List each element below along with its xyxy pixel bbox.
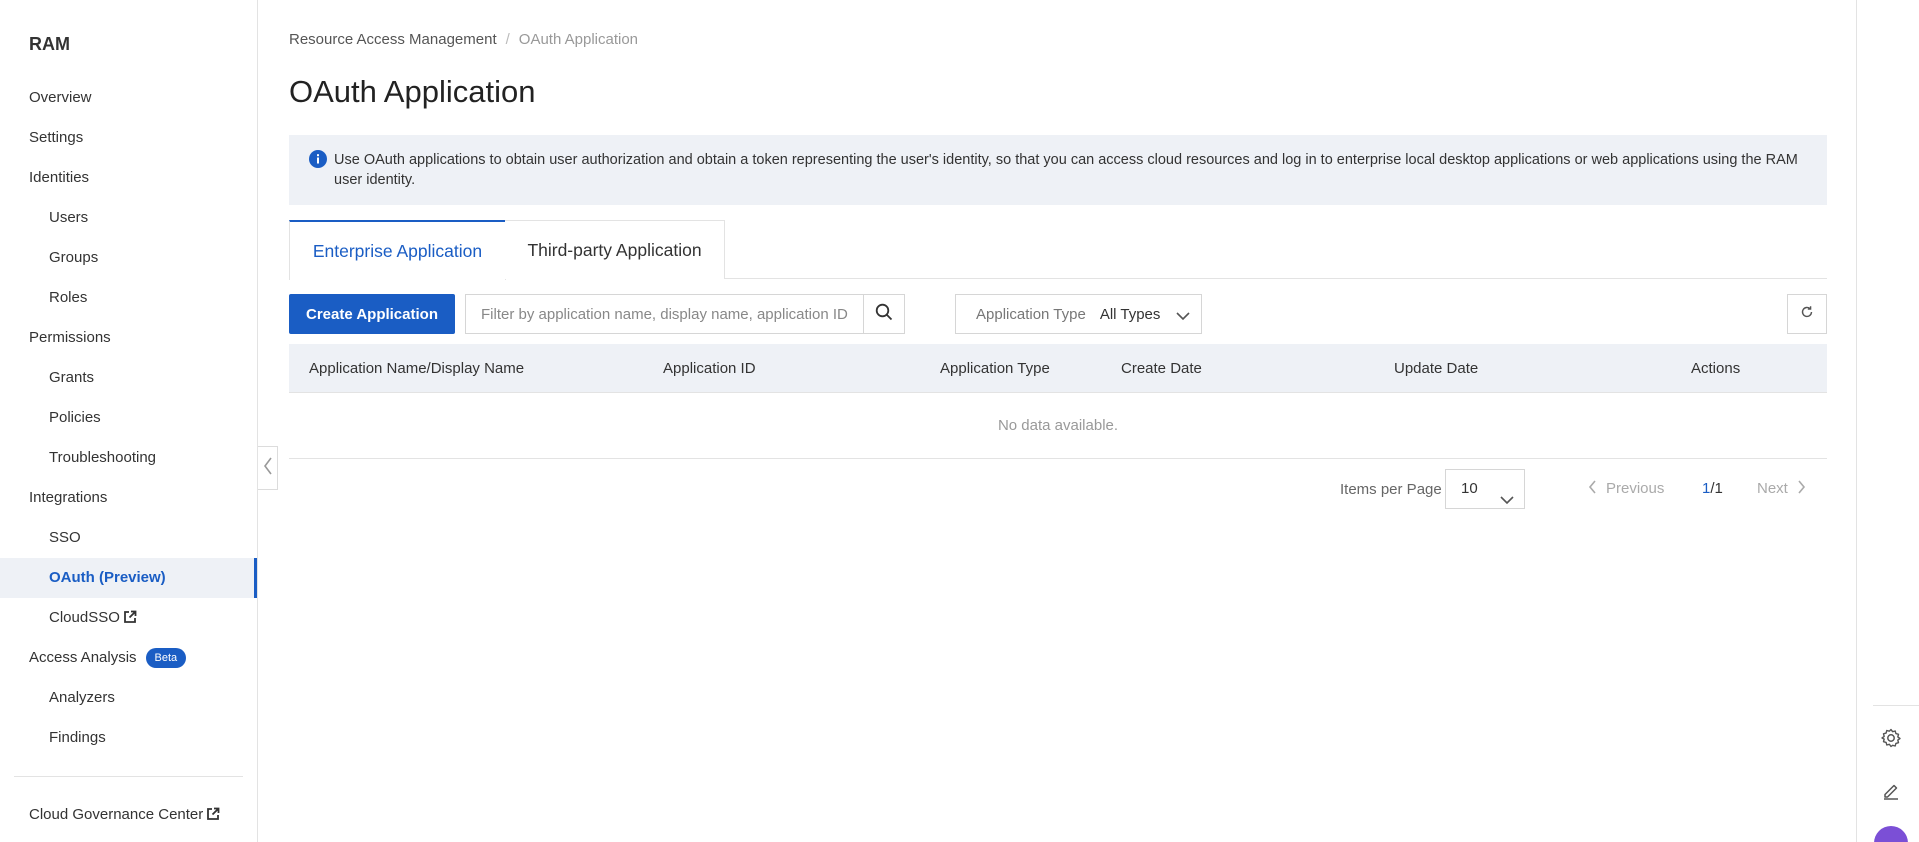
right-rail xyxy=(1856,0,1919,842)
tab-third-party-application[interactable]: Third-party Application xyxy=(505,220,725,279)
previous-label: Previous xyxy=(1606,480,1665,497)
sidebar-brand: RAM xyxy=(29,34,70,54)
rail-divider xyxy=(1873,705,1919,706)
toolbar: Create Application Application Type All … xyxy=(289,294,1827,334)
notice-text: Use OAuth applications to obtain user au… xyxy=(334,152,1798,188)
search-box xyxy=(465,294,905,334)
sidebar-item-overview[interactable]: Overview xyxy=(0,78,257,118)
external-link-icon xyxy=(123,600,137,640)
sidebar-item-grants[interactable]: Grants xyxy=(0,358,257,398)
info-notice: Use OAuth applications to obtain user au… xyxy=(289,135,1827,205)
search-button[interactable] xyxy=(863,295,904,333)
breadcrumb: Resource Access Management / OAuth Applica… xyxy=(289,31,638,48)
sidebar-collapse-button[interactable] xyxy=(258,446,278,490)
sidebar-item-identities[interactable]: Identities xyxy=(0,158,257,198)
refresh-icon xyxy=(1800,305,1814,323)
sidebar-item-label: Cloud Governance Center xyxy=(29,806,204,823)
edit-icon xyxy=(1881,781,1901,805)
create-application-button[interactable]: Create Application xyxy=(289,294,455,334)
sidebar-item-settings[interactable]: Settings xyxy=(0,118,257,158)
info-icon xyxy=(309,150,327,174)
previous-page-button[interactable]: Previous xyxy=(1588,480,1664,497)
column-header-application-id: Application ID xyxy=(663,360,756,377)
table-header: Application Name/Display Name Applicatio… xyxy=(289,344,1827,393)
next-label: Next xyxy=(1757,480,1788,497)
chevron-left-icon xyxy=(263,457,273,479)
sidebar-item-oauth[interactable]: OAuth (Preview) xyxy=(0,558,257,598)
sidebar-item-findings[interactable]: Findings xyxy=(0,718,257,758)
pagination: Items per Page 10 Previous 1/1 Next xyxy=(289,469,1827,509)
breadcrumb-current: OAuth Application xyxy=(518,31,639,48)
items-per-page-select[interactable]: 10 xyxy=(1445,469,1525,509)
page-indicator: 1/1 xyxy=(1702,480,1723,497)
breadcrumb-separator: / xyxy=(505,31,510,48)
sidebar-item-users[interactable]: Users xyxy=(0,198,257,238)
total-pages: 1 xyxy=(1714,480,1723,497)
sidebar-item-sso[interactable]: SSO xyxy=(0,518,257,558)
tab-bar: Enterprise Application Third-party Appli… xyxy=(289,220,1827,280)
chevron-down-icon xyxy=(1500,482,1514,520)
column-header-update-date: Update Date xyxy=(1394,360,1479,377)
edit-button[interactable] xyxy=(1879,781,1903,805)
beta-badge: Beta xyxy=(145,648,187,668)
items-per-page-label: Items per Page xyxy=(1340,481,1442,498)
sidebar-item-cloudsso[interactable]: CloudSSO xyxy=(0,598,257,638)
column-header-create-date: Create Date xyxy=(1121,360,1202,377)
sidebar: RAM Overview Settings Identities Users G… xyxy=(0,0,258,842)
external-link-icon xyxy=(206,797,220,837)
sidebar-item-policies[interactable]: Policies xyxy=(0,398,257,438)
type-select-label: Application Type xyxy=(976,305,1086,323)
chevron-down-icon xyxy=(1176,308,1190,325)
application-type-select[interactable]: Application Type All Types xyxy=(955,294,1202,334)
assistant-avatar[interactable] xyxy=(1874,826,1908,842)
column-header-actions: Actions xyxy=(1691,360,1741,377)
page-title: OAuth Application xyxy=(289,74,536,109)
refresh-button[interactable] xyxy=(1787,294,1827,334)
items-per-page-value: 10 xyxy=(1461,480,1478,497)
search-icon xyxy=(875,303,893,325)
tab-enterprise-application[interactable]: Enterprise Application xyxy=(289,220,506,280)
table-empty-message: No data available. xyxy=(289,393,1827,459)
next-page-button[interactable]: Next xyxy=(1757,480,1806,497)
sidebar-item-integrations[interactable]: Integrations xyxy=(0,478,257,518)
chevron-right-icon xyxy=(1788,480,1806,497)
breadcrumb-root[interactable]: Resource Access Management xyxy=(289,31,497,48)
gear-icon xyxy=(1880,727,1902,753)
sidebar-divider xyxy=(14,776,243,777)
column-header-application-type: Application Type xyxy=(940,360,1050,377)
chevron-left-icon xyxy=(1588,480,1606,497)
applications-table: Application Name/Display Name Applicatio… xyxy=(289,344,1827,459)
search-input[interactable] xyxy=(466,295,863,333)
type-select-value: All Types xyxy=(1099,305,1161,323)
sidebar-item-permissions[interactable]: Permissions xyxy=(0,318,257,358)
sidebar-item-roles[interactable]: Roles xyxy=(0,278,257,318)
sidebar-item-troubleshooting[interactable]: Troubleshooting xyxy=(0,438,257,478)
sidebar-item-label: CloudSSO xyxy=(49,609,120,626)
sidebar-link-cloud-governance-center[interactable]: Cloud Governance Center xyxy=(0,795,257,835)
sidebar-item-groups[interactable]: Groups xyxy=(0,238,257,278)
sidebar-item-label: Access Analysis xyxy=(29,649,137,666)
sidebar-item-access-analysis[interactable]: Access Analysis Beta xyxy=(0,638,257,678)
column-header-name: Application Name/Display Name xyxy=(309,360,525,377)
settings-button[interactable] xyxy=(1879,728,1903,752)
sidebar-item-analyzers[interactable]: Analyzers xyxy=(0,678,257,718)
